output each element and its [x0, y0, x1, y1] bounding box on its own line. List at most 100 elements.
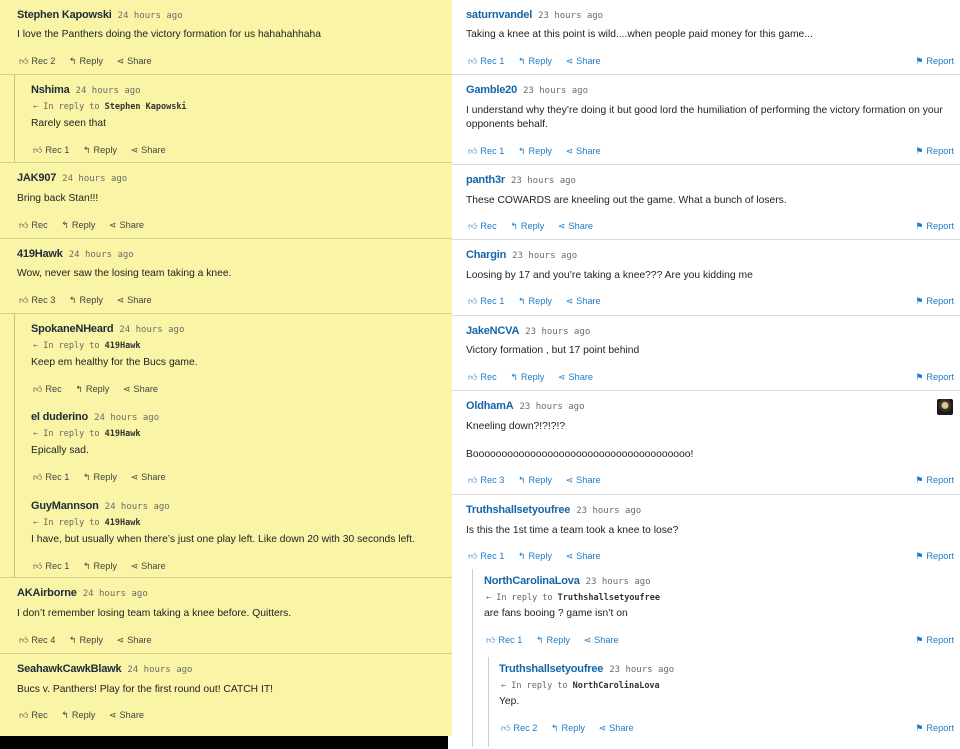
rec-button[interactable]: 👍︎ Rec — [19, 710, 48, 721]
rec-button[interactable]: 👍︎ Rec — [19, 220, 48, 231]
rec-button[interactable]: 👍︎ Rec 1 — [468, 296, 504, 307]
report-button[interactable]: ⚑ Report — [915, 221, 954, 232]
share-button[interactable]: ⋖ Share — [566, 475, 601, 486]
comment-text: are fans booing ? game isn’t on — [484, 608, 628, 619]
rec-button[interactable]: 👍︎ Rec 1 — [468, 146, 504, 157]
reply-button[interactable]: ↰ Reply — [536, 635, 570, 646]
reply-button[interactable]: ↰ Reply — [69, 635, 103, 646]
comment-author[interactable]: NorthCarolinaLova — [484, 575, 580, 587]
comment-author[interactable]: Gamble20 — [466, 84, 517, 96]
comment-author[interactable]: SeahawkCawkBlawk — [17, 663, 122, 675]
share-button[interactable]: ⋖ Share — [566, 551, 601, 562]
report-button[interactable]: ⚑ Report — [915, 475, 954, 486]
share-button[interactable]: ⋖ Share — [117, 295, 152, 306]
share-button[interactable]: ⋖ Share — [117, 635, 152, 646]
comment-author[interactable]: Truthshallsetyoufree — [499, 663, 603, 675]
in-reply-to[interactable]: ← In reply to NorthCarolinaLova — [501, 681, 660, 691]
reply-button[interactable]: ↰ Reply — [61, 220, 95, 231]
share-button[interactable]: ⋖ Share — [599, 723, 634, 734]
reply-button[interactable]: ↰ Reply — [83, 145, 117, 156]
rec-button[interactable]: 👍︎ Rec 1 — [33, 561, 69, 572]
reply-button[interactable]: ↰ Reply — [551, 723, 585, 734]
reply-button[interactable]: ↰ Reply — [69, 295, 103, 306]
thumbs-up-icon: 👍︎ — [468, 551, 478, 561]
rec-button[interactable]: 👍︎ Rec 4 — [19, 635, 55, 646]
report-button[interactable]: ⚑ Report — [915, 372, 954, 383]
comment-author[interactable]: 419Hawk — [17, 248, 63, 260]
reply-button[interactable]: ↰ Reply — [75, 384, 109, 395]
avatar[interactable] — [937, 399, 953, 415]
reply-button[interactable]: ↰ Reply — [518, 146, 552, 157]
comment-author[interactable]: JakeNCVA — [466, 325, 519, 337]
reply-button[interactable]: ↰ Reply — [518, 56, 552, 67]
share-button[interactable]: ⋖ Share — [131, 472, 166, 483]
comment-reply: Truthshallsetyoufree 23 hours ago ← In re… — [452, 657, 960, 747]
rec-button[interactable]: 👍︎ Rec — [468, 221, 497, 232]
share-button[interactable]: ⋖ Share — [566, 56, 601, 67]
rec-button[interactable]: 👍︎ Rec 2 — [501, 723, 537, 734]
reply-button[interactable]: ↰ Reply — [518, 296, 552, 307]
comment-author[interactable]: panth3r — [466, 174, 505, 186]
share-button[interactable]: ⋖ Share — [584, 635, 619, 646]
rec-button[interactable]: 👍︎ Rec 3 — [19, 295, 55, 306]
share-button[interactable]: ⋖ Share — [131, 145, 166, 156]
share-button[interactable]: ⋖ Share — [558, 372, 593, 383]
rec-button[interactable]: 👍︎ Rec 1 — [468, 551, 504, 562]
report-button[interactable]: ⚑ Report — [915, 551, 954, 562]
reply-button[interactable]: ↰ Reply — [518, 551, 552, 562]
report-button[interactable]: ⚑ Report — [915, 635, 954, 646]
rec-button[interactable]: 👍︎ Rec — [468, 372, 497, 383]
report-button[interactable]: ⚑ Report — [915, 296, 954, 307]
report-button[interactable]: ⚑ Report — [915, 146, 954, 157]
in-reply-to[interactable]: ← In reply to 419Hawk — [33, 518, 141, 528]
rec-button[interactable]: 👍︎ Rec 1 — [33, 472, 69, 483]
comment-author[interactable]: GuyMannson — [31, 500, 99, 512]
share-button[interactable]: ⋖ Share — [123, 384, 158, 395]
share-button[interactable]: ⋖ Share — [566, 296, 601, 307]
reply-button[interactable]: ↰ Reply — [510, 221, 544, 232]
reply-button[interactable]: ↰ Reply — [518, 475, 552, 486]
comment-header: panth3r 23 hours ago — [466, 174, 576, 186]
in-reply-to[interactable]: ← In reply to Truthshallsetyoufree — [486, 593, 660, 603]
thumbs-up-icon: 👍︎ — [19, 220, 29, 230]
reply-button[interactable]: ↰ Reply — [83, 472, 117, 483]
in-reply-to[interactable]: ← In reply to 419Hawk — [33, 341, 141, 351]
share-button[interactable]: ⋖ Share — [131, 561, 166, 572]
comment-author[interactable]: SpokaneNHeard — [31, 323, 114, 335]
rec-button[interactable]: 👍︎ Rec 1 — [468, 56, 504, 67]
comment-author[interactable]: JAK907 — [17, 172, 56, 184]
report-button[interactable]: ⚑ Report — [915, 56, 954, 67]
report-button[interactable]: ⚑ Report — [915, 723, 954, 734]
comment-author[interactable]: Stephen Kapowski — [17, 9, 112, 21]
share-button[interactable]: ⋖ Share — [117, 56, 152, 67]
rec-button[interactable]: 👍︎ Rec 3 — [468, 475, 504, 486]
comment-author[interactable]: Nshima — [31, 84, 70, 96]
comment-header: SpokaneNHeard 24 hours ago — [31, 323, 184, 335]
back-arrow-icon: ← — [33, 341, 39, 351]
share-button[interactable]: ⋖ Share — [558, 221, 593, 232]
share-button[interactable]: ⋖ Share — [109, 220, 144, 231]
flag-icon: ⚑ — [915, 146, 924, 156]
comment-text: I don’t remember losing team taking a kn… — [17, 608, 292, 619]
rec-button[interactable]: 👍︎ Rec — [33, 384, 62, 395]
rec-button[interactable]: 👍︎ Rec 1 — [33, 145, 69, 156]
comment-time: 24 hours ago — [119, 325, 185, 335]
reply-button[interactable]: ↰ Reply — [61, 710, 95, 721]
comment-author[interactable]: OldhamA — [466, 400, 514, 412]
comment-author[interactable]: el duderino — [31, 411, 88, 423]
rec-button[interactable]: 👍︎ Rec 2 — [19, 56, 55, 67]
in-reply-to[interactable]: ← In reply to 419Hawk — [33, 429, 141, 439]
comment-author[interactable]: saturnvandel — [466, 9, 532, 21]
comment-author[interactable]: Truthshallsetyoufree — [466, 504, 570, 516]
rec-button[interactable]: 👍︎ Rec 1 — [486, 635, 522, 646]
reply-button[interactable]: ↰ Reply — [69, 56, 103, 67]
share-icon: ⋖ — [130, 472, 139, 482]
reply-button[interactable]: ↰ Reply — [83, 561, 117, 572]
reply-button[interactable]: ↰ Reply — [510, 372, 544, 383]
share-button[interactable]: ⋖ Share — [566, 146, 601, 157]
share-button[interactable]: ⋖ Share — [109, 710, 144, 721]
thumbs-up-icon: 👍︎ — [33, 145, 43, 155]
in-reply-to[interactable]: ← In reply to Stephen Kapowski — [33, 102, 187, 112]
comment-author[interactable]: Chargin — [466, 249, 506, 261]
comment-author[interactable]: AKAirborne — [17, 587, 77, 599]
